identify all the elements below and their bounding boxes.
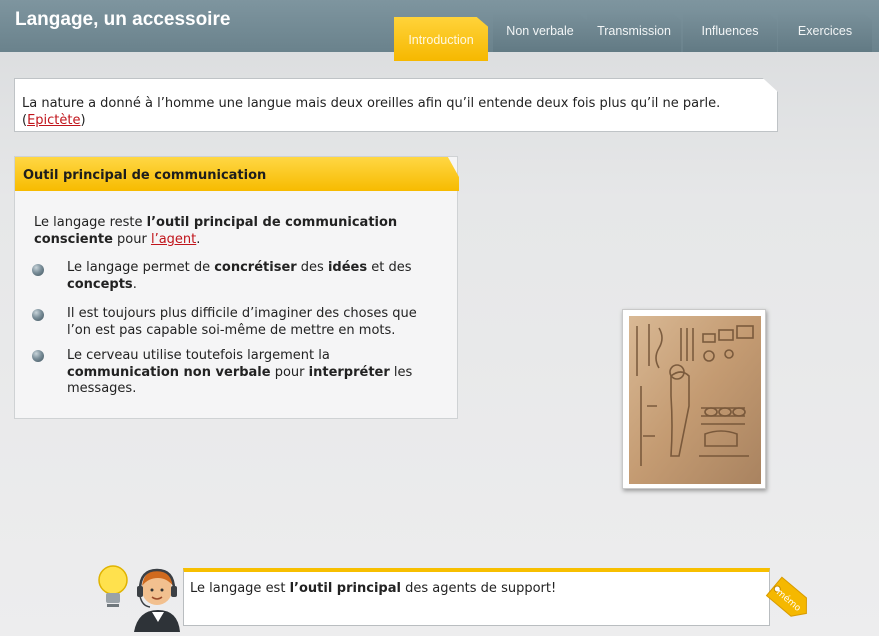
hieroglyph-photo: [622, 309, 766, 489]
quote-text: La nature a donné à l’homme une langue m…: [22, 96, 721, 111]
tab-introduction[interactable]: Introduction: [394, 17, 488, 61]
bullet-item-2: Il est toujours plus difficile d’imagine…: [67, 306, 417, 338]
tab-influences[interactable]: Influences: [683, 11, 777, 52]
memo-bold: l’outil principal: [289, 581, 401, 596]
memo-text-1: Le langage est: [190, 581, 290, 596]
panel-intro: Le langage reste l’outil principal de co…: [34, 214, 434, 248]
intro-text-3: .: [196, 232, 201, 247]
hieroglyph-image: [629, 316, 761, 484]
intro-text-1: Le langage reste: [34, 215, 147, 230]
quote-paren-close: ): [80, 113, 86, 128]
tab-exercices[interactable]: Exercices: [778, 11, 872, 52]
quote-author-link[interactable]: Epictète: [27, 113, 80, 128]
agent-link[interactable]: l’agent: [151, 232, 196, 247]
tab-transmission[interactable]: Transmission: [587, 11, 681, 52]
memo-box: Le langage est l’outil principal des age…: [183, 568, 770, 626]
memo-text-2: des agents de support!: [400, 581, 557, 596]
hieroglyph-relief-image: [629, 316, 761, 484]
memo-tag-icon[interactable]: mémo: [758, 570, 818, 626]
bullet-item-1: Le langage permet de concrétiser des idé…: [67, 260, 412, 292]
content-panel: Outil principal de communication Le lang…: [14, 156, 459, 419]
page-title: Langage, un accessoire: [15, 9, 231, 30]
tab-non-verbale[interactable]: Non verbale: [493, 11, 587, 52]
bullet-item-3: Le cerveau utilise toutefois largement l…: [67, 348, 413, 396]
bullet-sphere-icon: [32, 350, 44, 362]
bullet-sphere-icon: [32, 264, 44, 276]
lightbulb-icon: [98, 565, 128, 607]
panel-title: Outil principal de communication: [15, 157, 459, 191]
quote-box: La nature a donné à l’homme une langue m…: [14, 78, 778, 132]
support-agent-avatar: [96, 560, 180, 632]
intro-text-2: pour: [112, 232, 151, 247]
bullet-sphere-icon: [32, 309, 44, 321]
